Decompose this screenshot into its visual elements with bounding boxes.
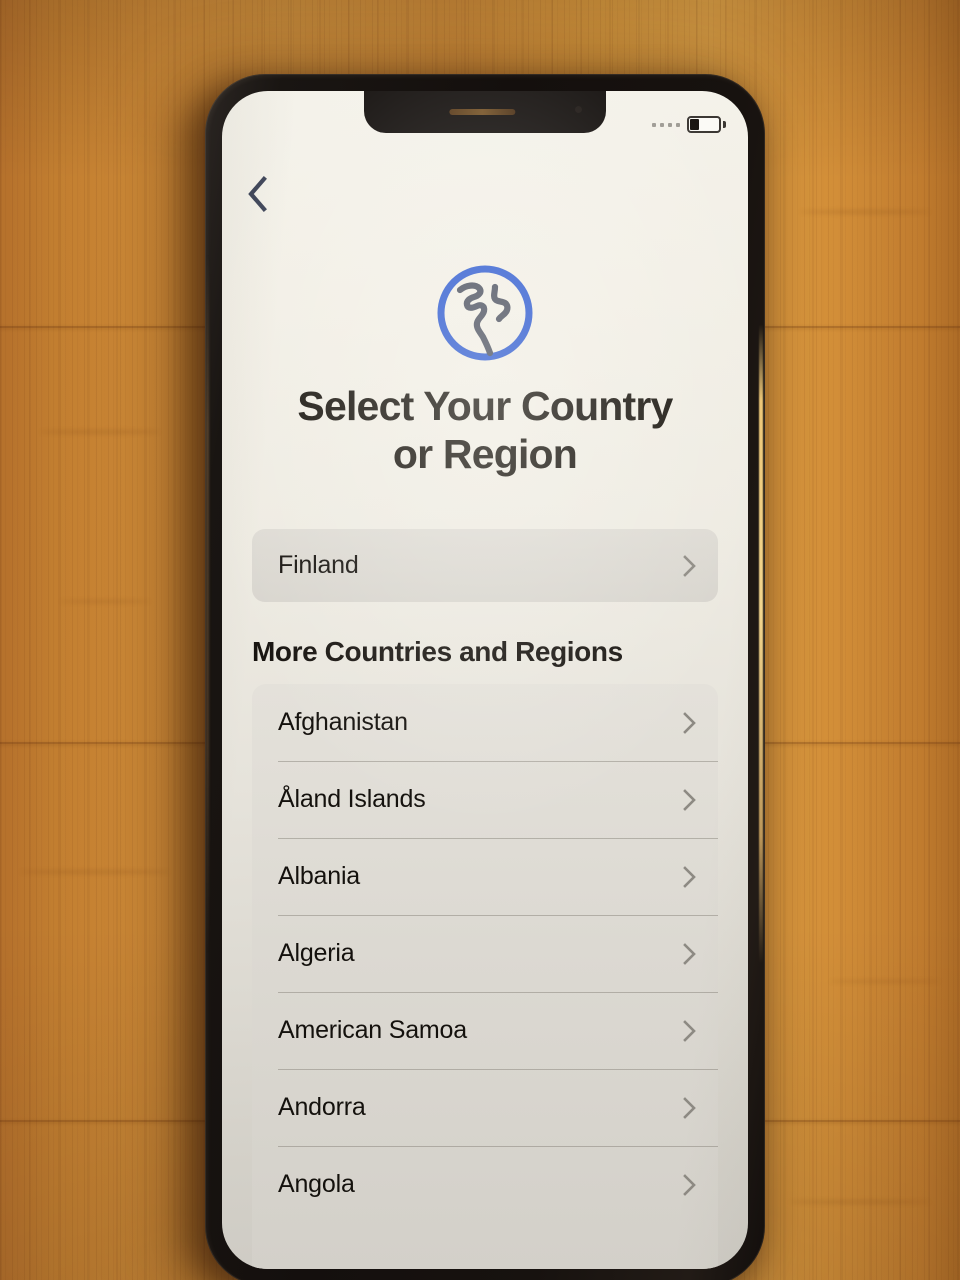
country-row[interactable]: Albania [252,838,718,915]
country-row[interactable]: Åland Islands [252,761,718,838]
phone-edge-reflection-left [206,254,209,954]
chevron-right-icon [683,1096,696,1119]
photo-of-phone-on-table: Select Your Country or Region Finland Mo… [0,0,960,1280]
country-label: Afghanistan [278,708,408,736]
country-list[interactable]: Afghanistan Åland Islands Albania Algeri… [252,684,718,1269]
chevron-right-icon [683,788,696,811]
selected-country-row[interactable]: Finland [252,529,718,602]
country-label: American Samoa [278,1016,467,1044]
country-row[interactable]: Angola [252,1146,718,1223]
phone-edge-reflection-right [759,324,763,964]
country-label: Algeria [278,939,355,967]
wood-streak [800,210,930,214]
phone-screen: Select Your Country or Region Finland Mo… [222,91,748,1269]
wood-streak [20,870,170,874]
country-label: Angola [278,1170,355,1198]
section-heading: More Countries and Regions [252,636,623,667]
globe-icon-container [222,261,748,370]
country-label: Andorra [278,1093,366,1121]
page-title: Select Your Country or Region [248,383,722,478]
wood-streak [40,430,160,434]
wood-streak [790,1200,930,1204]
page-title-line-1: Select Your Country [297,383,673,429]
globe-icon [433,261,537,370]
chevron-right-icon [683,554,696,577]
country-row[interactable]: Algeria [252,915,718,992]
wood-streak [830,980,940,983]
chevron-right-icon [683,711,696,734]
country-label: Åland Islands [278,785,426,813]
chevron-right-icon [683,1173,696,1196]
selected-country-label: Finland [278,551,359,579]
screen-content: Select Your Country or Region Finland Mo… [222,91,748,1269]
wood-streak [60,600,150,603]
page-title-line-2: or Region [392,430,578,477]
country-label: Albania [278,862,360,890]
chevron-right-icon [683,865,696,888]
country-row[interactable]: American Samoa [252,992,718,1069]
phone-device: Select Your Country or Region Finland Mo… [205,74,765,1280]
chevron-right-icon [683,942,696,965]
country-row[interactable]: Andorra [252,1069,718,1146]
chevron-right-icon [683,1019,696,1042]
country-row[interactable]: Afghanistan [252,684,718,761]
